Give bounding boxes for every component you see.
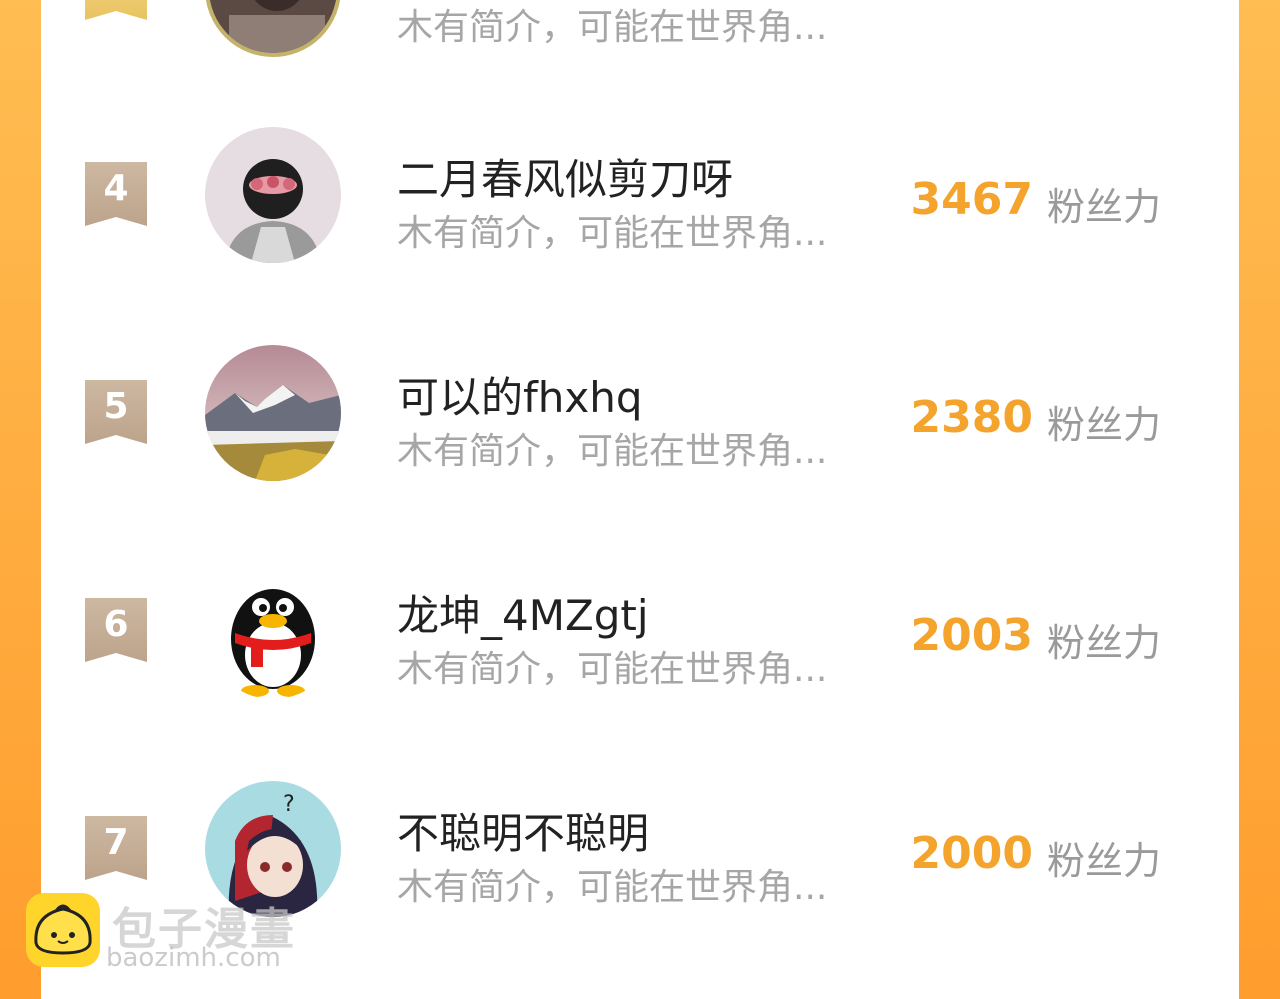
ranking-row[interactable]: 5 可以的fhxhq 木有简介，可能在世界角... 2380 粉丝力	[41, 342, 1239, 482]
rank-badge: 5	[85, 380, 147, 444]
user-name[interactable]: 二月春风似剪刀呀	[397, 146, 733, 207]
score-unit: 粉丝力	[1047, 185, 1162, 229]
user-bio: 木有简介，可能在世界角...	[397, 867, 828, 908]
score-unit: 粉丝力	[1047, 839, 1162, 883]
mountain-landscape-avatar[interactable]	[205, 345, 341, 481]
rank-badge	[85, 0, 147, 20]
ranking-panel: 木有简介，可能在世界角... 4 二月春风似剪刀呀 木有简介，可能在世界角...…	[41, 0, 1239, 999]
score-value: 2000	[910, 828, 1033, 879]
score-value: 2380	[910, 392, 1033, 443]
bun-logo-icon	[26, 893, 100, 967]
site-watermark: 包子漫畫 baozimh.com	[26, 893, 326, 973]
score-unit: 粉丝力	[1047, 621, 1162, 665]
user-name[interactable]: 不聪明不聪明	[397, 800, 649, 861]
user-bio: 木有简介，可能在世界角...	[397, 213, 828, 254]
user-name[interactable]: 可以的fhxhq	[397, 364, 643, 425]
user-name[interactable]: 龙坤_4MZgtj	[397, 582, 649, 643]
rank-badge: 4	[85, 162, 147, 226]
qq-penguin-avatar[interactable]	[205, 563, 341, 699]
ranking-row-partial[interactable]: 木有简介，可能在世界角...	[41, 0, 1239, 58]
score-unit: 粉丝力	[1047, 403, 1162, 447]
masked-figure-avatar[interactable]	[205, 127, 341, 263]
watermark-url: baozimh.com	[106, 943, 281, 973]
ranking-row[interactable]: 6 龙坤_4MZgtj 木有简介，可能在世界角... 2003 粉丝力	[41, 560, 1239, 700]
user-bio: 木有简介，可能在世界角...	[397, 7, 828, 48]
svg-text:?: ?	[283, 792, 295, 817]
ranking-row[interactable]: 4 二月春风似剪刀呀 木有简介，可能在世界角... 3467 粉丝力	[41, 124, 1239, 264]
rank-badge: 7	[85, 816, 147, 880]
user-avatar[interactable]	[205, 0, 341, 57]
score-value: 2003	[910, 610, 1033, 661]
rank-badge: 6	[85, 598, 147, 662]
user-bio: 木有简介，可能在世界角...	[397, 649, 828, 690]
user-bio: 木有简介，可能在世界角...	[397, 431, 828, 472]
score-value: 3467	[910, 174, 1033, 225]
